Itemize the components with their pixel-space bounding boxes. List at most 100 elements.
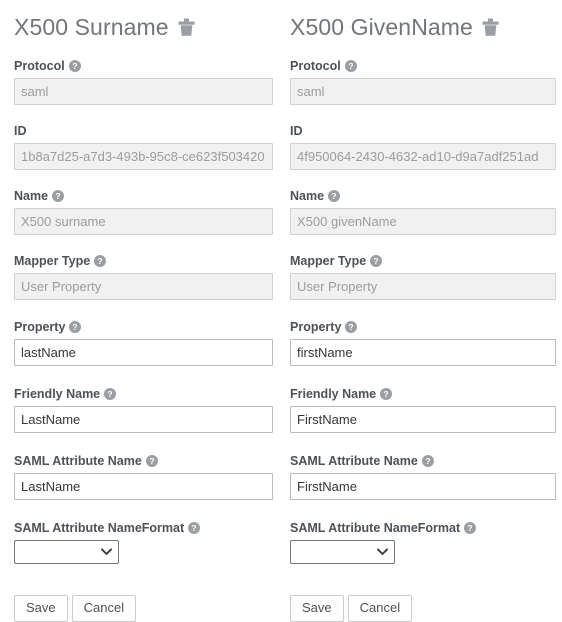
field-label-friendly-name: Friendly Name? (14, 386, 273, 402)
field-saml-attribute-nameformat: SAML Attribute NameFormat? (14, 520, 273, 564)
svg-text:?: ? (108, 389, 113, 399)
field-label-saml-attribute-name: SAML Attribute Name? (14, 453, 273, 469)
svg-text:?: ? (349, 322, 354, 332)
saml-attribute-nameformat-select[interactable] (290, 540, 395, 564)
field-label-saml-attribute-nameformat: SAML Attribute NameFormat? (14, 520, 273, 536)
help-circle-icon[interactable]: ? (464, 522, 477, 534)
delete-mapper-button[interactable] (482, 18, 499, 37)
label-text: ID (290, 124, 303, 138)
friendly-name-input[interactable] (290, 406, 556, 433)
field-label-protocol: Protocol? (14, 58, 273, 74)
help-circle-icon[interactable]: ? (328, 190, 341, 202)
help-circle-icon[interactable]: ? (94, 255, 107, 267)
save-button[interactable]: Save (290, 595, 344, 622)
label-text: Name (290, 189, 325, 203)
help-circle-icon[interactable]: ? (421, 455, 434, 467)
label-text: ID (14, 124, 27, 138)
svg-text:?: ? (72, 61, 77, 71)
cancel-button[interactable]: Cancel (347, 595, 413, 622)
svg-text:?: ? (149, 456, 154, 466)
field-label-id: ID (290, 123, 556, 139)
svg-text:?: ? (425, 456, 430, 466)
mapper-form-x500-givenname: X500 GivenName Protocol? saml ID 4f95006… (281, 0, 562, 622)
help-circle-icon[interactable]: ? (68, 60, 81, 72)
svg-text:?: ? (384, 389, 389, 399)
svg-text:?: ? (73, 322, 78, 332)
trash-icon (482, 18, 499, 37)
svg-text:?: ? (468, 523, 473, 533)
label-text: Name (14, 189, 49, 203)
trash-icon (178, 18, 195, 37)
field-property: Property? (14, 319, 273, 366)
help-circle-icon[interactable]: ? (344, 60, 357, 72)
field-label-property: Property? (290, 319, 556, 335)
field-label-mapper-type: Mapper Type? (14, 253, 273, 269)
field-friendly-name: Friendly Name? (14, 386, 273, 433)
mapper-type-input (14, 273, 273, 300)
friendly-name-input[interactable] (14, 406, 273, 433)
field-mapper-type: Mapper Type? (14, 253, 273, 300)
label-text: Mapper Type (14, 254, 91, 268)
help-circle-icon[interactable]: ? (69, 321, 82, 333)
field-name: Name? (14, 188, 273, 235)
field-mapper-type: Mapper Type? (290, 253, 556, 300)
field-property: Property? (290, 319, 556, 366)
help-circle-icon[interactable]: ? (145, 455, 158, 467)
svg-text:?: ? (55, 191, 60, 201)
form-header: X500 GivenName (290, 10, 556, 44)
help-circle-icon[interactable]: ? (52, 190, 65, 202)
name-input (14, 208, 273, 235)
save-button[interactable]: Save (14, 595, 68, 622)
protocol-input (290, 78, 556, 105)
mapper-type-input (290, 273, 556, 300)
field-friendly-name: Friendly Name? (290, 386, 556, 433)
svg-text:?: ? (331, 191, 336, 201)
field-protocol: Protocol? (14, 58, 273, 105)
field-saml-attribute-name: SAML Attribute Name? (14, 453, 273, 500)
help-circle-icon[interactable]: ? (380, 388, 393, 400)
label-text: SAML Attribute Name (290, 454, 418, 468)
page-title: X500 GivenName (290, 14, 473, 40)
property-input[interactable] (14, 339, 273, 366)
field-label-friendly-name: Friendly Name? (290, 386, 556, 402)
property-input[interactable] (290, 339, 556, 366)
cancel-button[interactable]: Cancel (71, 595, 137, 622)
delete-mapper-button[interactable] (178, 18, 195, 37)
field-label-protocol: Protocol? (290, 58, 556, 74)
field-label-name: Name? (14, 188, 273, 204)
label-text: SAML Attribute Name (14, 454, 142, 468)
field-label-saml-attribute-name: SAML Attribute Name? (290, 453, 556, 469)
saml-attribute-nameformat-select[interactable] (14, 540, 119, 564)
field-saml-attribute-nameformat: SAML Attribute NameFormat? (290, 520, 556, 564)
id-input (14, 143, 273, 170)
saml-attribute-nameformat-wrap (14, 540, 119, 564)
mapper-form-x500-surname: X500 Surname Protocol? saml ID 1b8a7d25-… (0, 0, 281, 622)
mapper-forms-page: X500 Surname Protocol? saml ID 1b8a7d25-… (0, 0, 562, 622)
protocol-input (14, 78, 273, 105)
label-text: Protocol (14, 59, 65, 73)
svg-text:?: ? (348, 61, 353, 71)
help-circle-icon[interactable]: ? (188, 522, 201, 534)
form-actions: Save Cancel (290, 595, 556, 622)
help-circle-icon[interactable]: ? (345, 321, 358, 333)
help-circle-icon[interactable]: ? (370, 255, 383, 267)
name-input (290, 208, 556, 235)
field-label-id: ID (14, 123, 273, 139)
saml-attribute-name-input[interactable] (290, 473, 556, 500)
label-text: Friendly Name (290, 387, 377, 401)
label-text: Property (14, 320, 66, 334)
saml-attribute-name-input[interactable] (14, 473, 273, 500)
label-text: SAML Attribute NameFormat (290, 521, 461, 535)
form-actions: Save Cancel (14, 595, 273, 622)
field-label-saml-attribute-nameformat: SAML Attribute NameFormat? (290, 520, 556, 536)
id-input (290, 143, 556, 170)
form-header: X500 Surname (14, 10, 273, 44)
svg-text:?: ? (192, 523, 197, 533)
label-text: Friendly Name (14, 387, 101, 401)
help-circle-icon[interactable]: ? (104, 388, 117, 400)
field-label-mapper-type: Mapper Type? (290, 253, 556, 269)
label-text: Mapper Type (290, 254, 367, 268)
saml-attribute-nameformat-wrap (290, 540, 395, 564)
field-label-property: Property? (14, 319, 273, 335)
field-saml-attribute-name: SAML Attribute Name? (290, 453, 556, 500)
